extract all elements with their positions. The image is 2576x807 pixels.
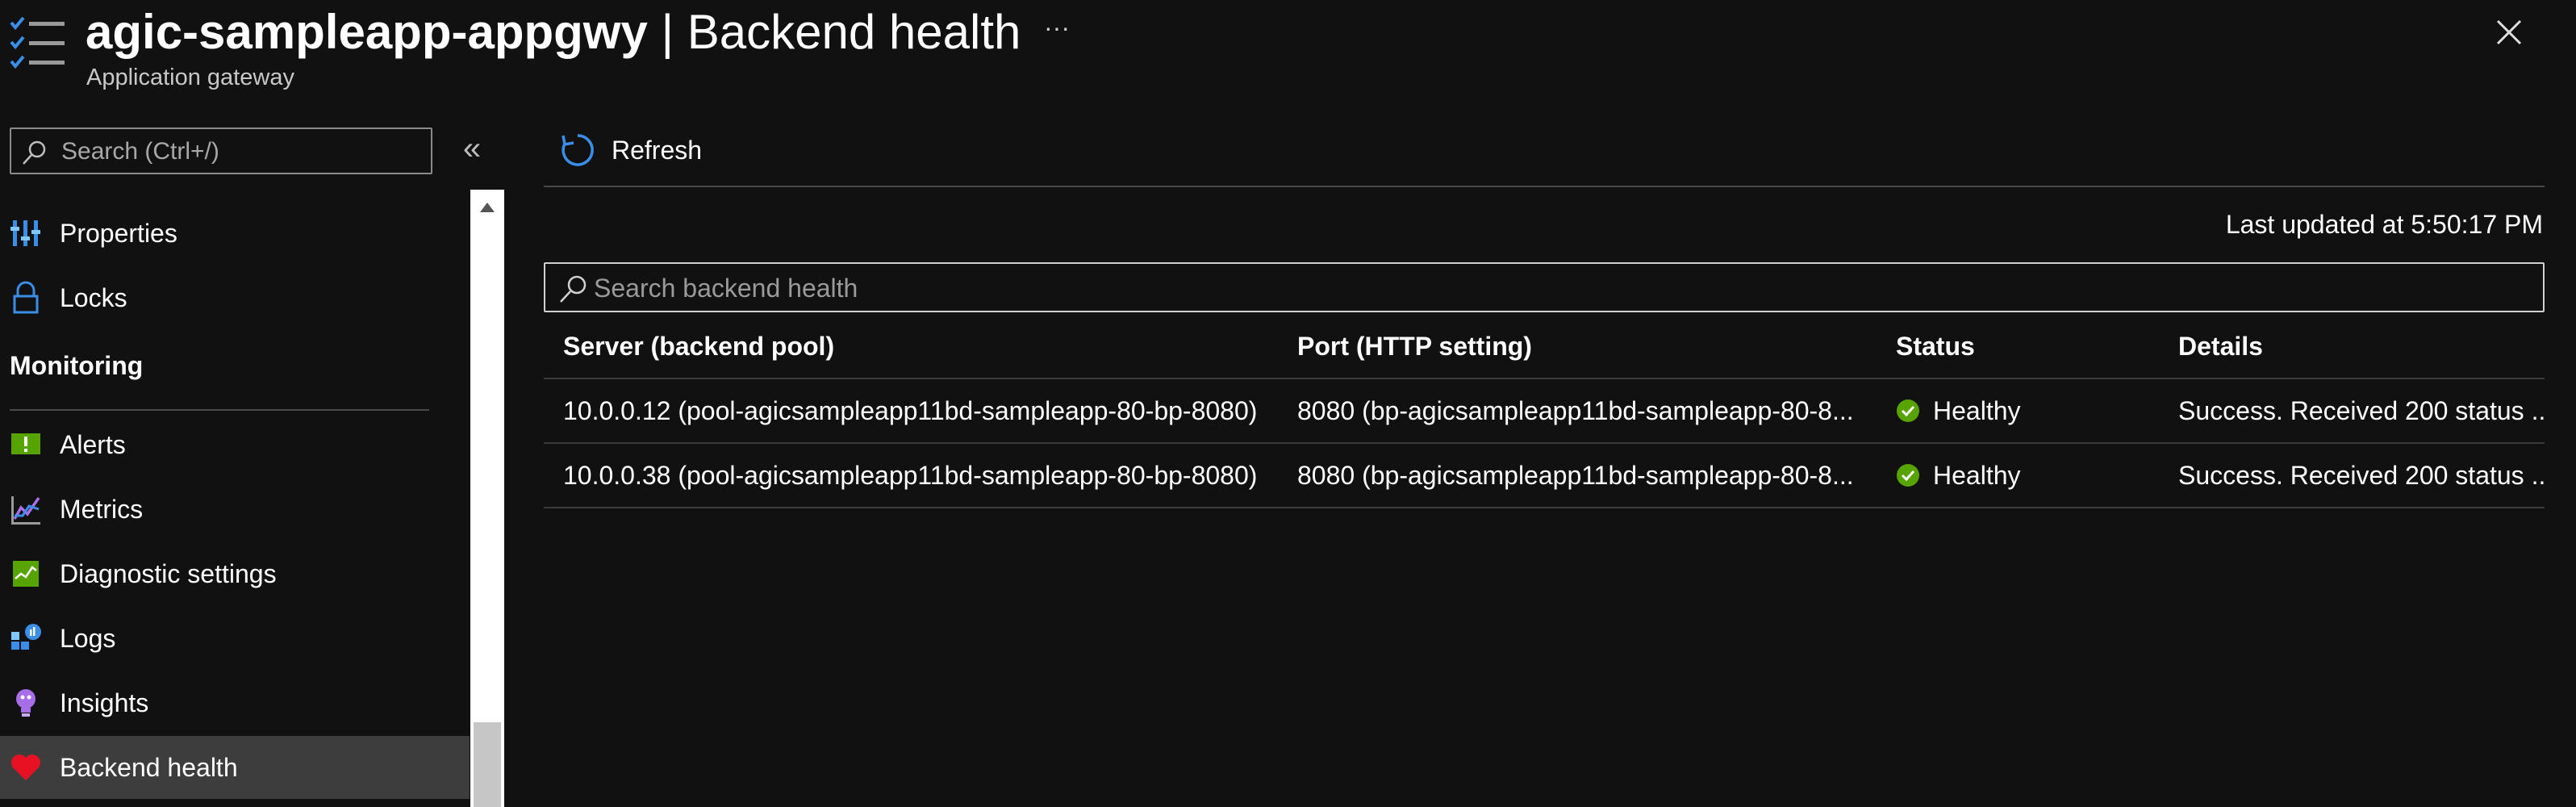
scroll-up-arrow-icon[interactable]	[478, 201, 496, 214]
sidebar-item-backend-health[interactable]: Backend health	[0, 736, 470, 799]
toolbar-divider	[544, 186, 2545, 187]
refresh-button[interactable]: Refresh	[558, 128, 702, 173]
server-cell: 10.0.0.12 (pool-agicsampleapp11bd-sample…	[563, 396, 1258, 425]
blade-header: agic-sampleapp-appgwy | Backend health A…	[0, 0, 2576, 105]
sidebar-item-locks[interactable]: Locks	[0, 266, 470, 329]
more-options-button[interactable]: ···	[1041, 11, 1073, 44]
backend-health-search-input[interactable]	[592, 270, 2512, 306]
menu-search-box[interactable]	[10, 128, 432, 174]
sidebar-item-label: Alerts	[60, 429, 126, 459]
heart-icon	[11, 755, 40, 780]
logs-icon	[11, 624, 41, 650]
healthy-check-icon	[1897, 464, 1919, 487]
refresh-icon	[562, 134, 594, 166]
sidebar-item-metrics[interactable]: Metrics	[0, 478, 470, 541]
insights-icon	[16, 689, 35, 717]
table-header-row: Server (backend pool) Port (HTTP setting…	[544, 315, 2545, 379]
metrics-icon	[11, 496, 40, 525]
sidebar-item-alerts[interactable]: Alerts	[0, 413, 470, 476]
resource-menu: « Properties Locks Monitoring Alerts	[0, 113, 505, 807]
port-cell: 8080 (bp-agicsampleapp11bd-sampleapp-80-…	[1297, 396, 1854, 425]
menu-search-input[interactable]	[60, 134, 423, 169]
status-text: Healthy	[1933, 461, 2021, 490]
sidebar-item-label: Backend health	[60, 752, 238, 782]
server-cell: 10.0.0.38 (pool-agicsampleapp11bd-sample…	[563, 461, 1258, 490]
status-cell: Healthy	[1896, 379, 2154, 442]
sidebar-item-label: Insights	[60, 688, 149, 717]
details-cell: Success. Received 200 status ...	[2178, 461, 2545, 490]
page-title: agic-sampleapp-appgwy | Backend health	[86, 3, 1021, 61]
status-text: Healthy	[1933, 396, 2021, 425]
sidebar-item-logs[interactable]: Logs	[0, 607, 470, 670]
last-updated-text: Last updated at 5:50:17 PM	[2225, 210, 2543, 239]
section-header-monitoring: Monitoring	[10, 351, 144, 380]
backend-health-content: Refresh Last updated at 5:50:17 PM Serve…	[544, 113, 2545, 807]
resource-name: agic-sampleapp-appgwy	[86, 5, 648, 59]
sidebar-item-label: Properties	[60, 218, 177, 248]
sidebar-item-insights[interactable]: Insights	[0, 671, 470, 734]
sidebar-scrollbar[interactable]	[470, 190, 504, 807]
column-header-port[interactable]: Port (HTTP setting)	[1297, 315, 1862, 378]
status-cell: Healthy	[1896, 444, 2154, 507]
backend-health-search-box[interactable]	[544, 262, 2545, 312]
sidebar-item-label: Logs	[60, 623, 116, 653]
alerts-icon	[11, 433, 40, 454]
sidebar-item-label: Metrics	[60, 494, 144, 524]
close-icon[interactable]	[2493, 16, 2525, 48]
column-header-server[interactable]: Server (backend pool)	[563, 315, 1273, 378]
search-icon	[560, 275, 587, 303]
properties-icon	[10, 220, 40, 246]
refresh-label: Refresh	[612, 135, 703, 165]
sidebar-item-label: Diagnostic settings	[60, 558, 277, 588]
resource-type: Application gateway	[86, 65, 294, 90]
healthy-check-icon	[1897, 399, 1919, 422]
scrollbar-thumb[interactable]	[474, 722, 501, 807]
section-divider	[10, 409, 429, 411]
checklist-icon	[10, 16, 65, 69]
port-cell: 8080 (bp-agicsampleapp11bd-sampleapp-80-…	[1297, 461, 1854, 490]
lock-icon	[13, 281, 39, 314]
column-header-details[interactable]: Details	[2178, 315, 2545, 378]
sidebar-item-diagnostic-settings[interactable]: Diagnostic settings	[0, 542, 470, 605]
sidebar-item-label: Locks	[60, 282, 127, 312]
sidebar-item-properties[interactable]: Properties	[0, 202, 470, 265]
collapse-menu-button[interactable]: «	[456, 132, 488, 168]
details-cell: Success. Received 200 status ...	[2178, 396, 2545, 425]
column-header-status[interactable]: Status	[1896, 315, 2154, 378]
table-row[interactable]: 10.0.0.38 (pool-agicsampleapp11bd-sample…	[544, 444, 2545, 508]
blade-title: | Backend health	[661, 5, 1021, 59]
diagnostic-settings-icon	[13, 561, 39, 587]
table-row[interactable]: 10.0.0.12 (pool-agicsampleapp11bd-sample…	[544, 379, 2545, 444]
search-icon	[23, 140, 46, 165]
